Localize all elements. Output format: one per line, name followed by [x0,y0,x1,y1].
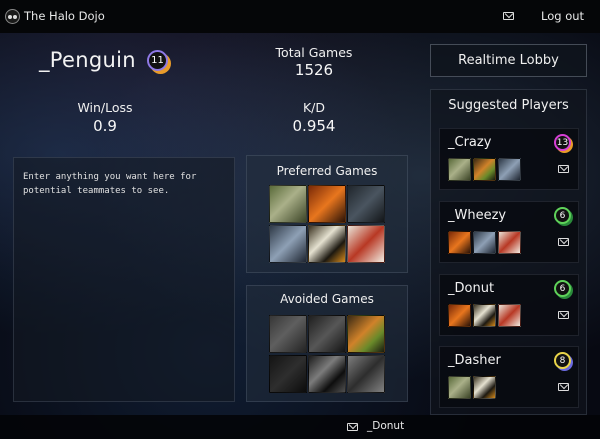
game-cover-thumbnail[interactable] [269,315,307,353]
player-name[interactable]: _Dasher [448,353,501,368]
winloss-value: 0.9 [93,117,117,135]
game-cover-thumbnail [473,304,496,327]
game-cover-thumbnail [448,158,471,181]
game-cover-thumbnail[interactable] [347,185,385,223]
kd-value: 0.954 [292,117,336,135]
game-cover-thumbnail[interactable] [347,355,385,393]
profile-username: _Penguin [39,48,136,72]
player-rank-badge: 8 [554,352,571,369]
player-rank-badge: 6 [554,280,571,297]
logo-icon [5,9,20,24]
total-games-value: 1526 [294,61,334,79]
bio-textarea[interactable]: Enter anything you want here for potenti… [13,157,235,402]
total-games-label: Total Games [275,45,353,60]
player-name[interactable]: _Donut [448,281,494,296]
player-card[interactable]: _Dasher 8 [439,346,579,408]
message-player-icon[interactable] [558,238,569,246]
avoided-games-panel: Avoided Games [246,285,408,402]
game-cover-thumbnail [498,304,521,327]
game-cover-thumbnail [473,376,496,399]
avoided-games-title: Avoided Games [280,292,374,306]
app-title: The Halo Dojo [24,9,105,23]
game-cover-thumbnail [473,158,496,181]
game-cover-thumbnail[interactable] [308,225,346,263]
player-rank-badge: 6 [554,207,571,224]
preferred-games-panel: Preferred Games [246,155,408,273]
game-cover-thumbnail[interactable] [347,315,385,353]
kd-label: K/D [302,100,326,115]
logout-link[interactable]: Log out [541,9,584,23]
player-name[interactable]: _Wheezy [448,208,506,223]
mail-icon[interactable] [347,423,358,431]
game-cover-thumbnail[interactable] [308,315,346,353]
game-cover-thumbnail[interactable] [269,225,307,263]
game-cover-thumbnail [448,231,471,254]
game-cover-thumbnail [448,304,471,327]
footer-bar: _Donut [0,415,600,439]
top-bar: The Halo Dojo Log out [0,0,600,33]
game-cover-thumbnail[interactable] [269,185,307,223]
game-cover-thumbnail [498,231,521,254]
game-cover-thumbnail [473,231,496,254]
bio-placeholder: Enter anything you want here for potenti… [23,172,197,196]
game-cover-thumbnail[interactable] [347,225,385,263]
rank-badge: 11 [147,50,168,71]
footer-chat-user[interactable]: _Donut [367,420,404,432]
game-cover-thumbnail[interactable] [308,185,346,223]
winloss-label: Win/Loss [77,100,133,115]
preferred-games-title: Preferred Games [276,164,378,178]
realtime-lobby-button[interactable]: Realtime Lobby [430,44,587,77]
player-card[interactable]: _Crazy 13 [439,128,579,190]
mail-icon[interactable] [503,12,514,20]
player-card[interactable]: _Wheezy 6 [439,201,579,263]
game-cover-thumbnail [498,158,521,181]
message-player-icon[interactable] [558,383,569,391]
player-name[interactable]: _Crazy [448,135,491,150]
message-player-icon[interactable] [558,311,569,319]
game-cover-thumbnail [448,376,471,399]
game-cover-thumbnail[interactable] [269,355,307,393]
message-player-icon[interactable] [558,165,569,173]
player-rank-badge: 13 [554,134,571,151]
game-cover-thumbnail[interactable] [308,355,346,393]
suggested-players-panel: Suggested Players _Crazy 13 _Wheezy 6 _D… [430,89,587,415]
player-card[interactable]: _Donut 6 [439,274,579,336]
suggested-players-title: Suggested Players [448,98,569,113]
